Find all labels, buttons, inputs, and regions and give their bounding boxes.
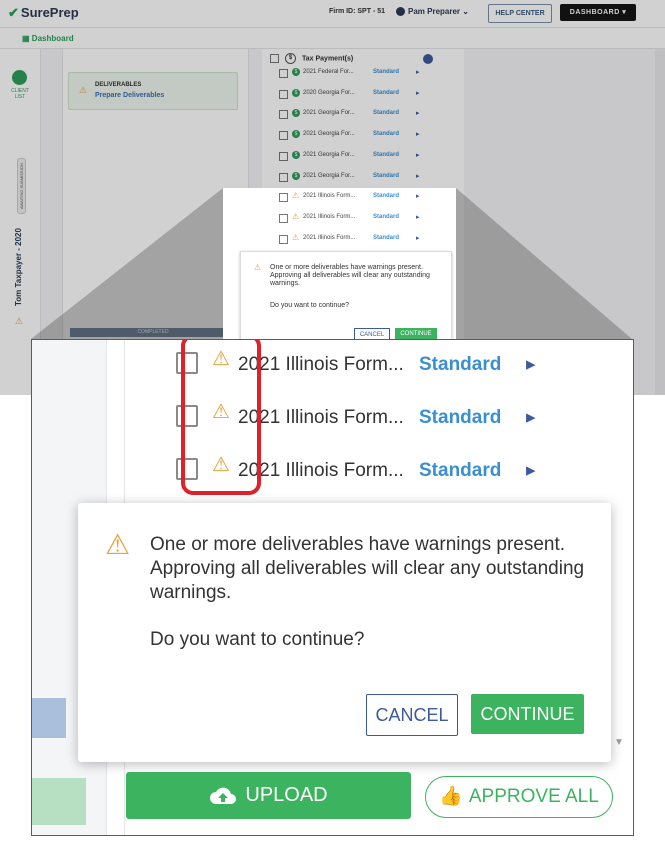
row-checkbox[interactable] bbox=[279, 193, 288, 203]
document-name: 2021 Illinois Form... bbox=[238, 407, 404, 428]
approve-all-button[interactable]: 👍 APPROVE ALL bbox=[425, 776, 613, 818]
scroll-down-arrow[interactable]: ▼ bbox=[614, 737, 624, 748]
continue-button[interactable]: CONTINUE bbox=[471, 694, 584, 734]
dialog-message: One or more deliverables have warnings p… bbox=[150, 534, 585, 603]
dialog-question: Do you want to continue? bbox=[150, 629, 365, 650]
caret-right-icon[interactable]: ▸ bbox=[526, 406, 536, 429]
document-name: 2021 Illinois Form... bbox=[238, 354, 404, 375]
cancel-button[interactable]: CANCEL bbox=[366, 694, 458, 736]
status-link[interactable]: Standard bbox=[373, 193, 399, 199]
status-link[interactable]: Standard bbox=[373, 214, 399, 220]
deliverables-card bbox=[32, 778, 86, 825]
document-name: 2021 Illinois Form... bbox=[303, 193, 356, 200]
document-name: 2021 Illinois Form... bbox=[303, 213, 356, 220]
caret-right-icon[interactable]: ▸ bbox=[526, 459, 536, 482]
warning-icon: ⚠ bbox=[292, 191, 300, 201]
upload-button[interactable]: UPLOAD bbox=[126, 772, 411, 819]
list-item[interactable]: ⚠ 2021 Illinois Form... Standard ▸ bbox=[279, 191, 439, 203]
progress-bar bbox=[32, 698, 66, 738]
approve-all-label: APPROVE ALL bbox=[468, 786, 599, 807]
confirm-dialog: ⚠ One or more deliverables have warnings… bbox=[78, 503, 611, 762]
caret-right-icon[interactable]: ▸ bbox=[416, 234, 420, 242]
row-checkbox[interactable] bbox=[279, 234, 288, 244]
status-link[interactable]: Standard bbox=[373, 235, 399, 241]
status-link[interactable]: Standard bbox=[419, 354, 501, 376]
caret-right-icon[interactable]: ▸ bbox=[526, 353, 536, 376]
warning-icon: ⚠ bbox=[292, 232, 300, 242]
status-link[interactable]: Standard bbox=[419, 407, 501, 429]
document-name: 2021 Illinois Form... bbox=[303, 234, 356, 241]
row-checkbox[interactable] bbox=[279, 213, 288, 223]
thumbs-up-icon: 👍 bbox=[439, 786, 463, 807]
warning-icon: ⚠ bbox=[292, 211, 300, 221]
caret-right-icon[interactable]: ▸ bbox=[416, 192, 420, 200]
caret-right-icon[interactable]: ▸ bbox=[416, 213, 420, 221]
cloud-upload-icon bbox=[210, 787, 237, 804]
warning-icons-highlight bbox=[181, 340, 261, 495]
list-item[interactable]: ⚠ 2021 Illinois Form... Standard ▸ bbox=[279, 233, 439, 245]
status-link[interactable]: Standard bbox=[419, 460, 501, 482]
upload-label: UPLOAD bbox=[245, 784, 328, 806]
document-name: 2021 Illinois Form... bbox=[238, 460, 404, 481]
warning-icon: ⚠ bbox=[105, 529, 131, 560]
zoomed-detail: ⚠ 2021 Illinois Form... Standard ▸ ⚠ 202… bbox=[31, 339, 634, 836]
list-item[interactable]: ⚠ 2021 Illinois Form... Standard ▸ bbox=[279, 212, 439, 224]
